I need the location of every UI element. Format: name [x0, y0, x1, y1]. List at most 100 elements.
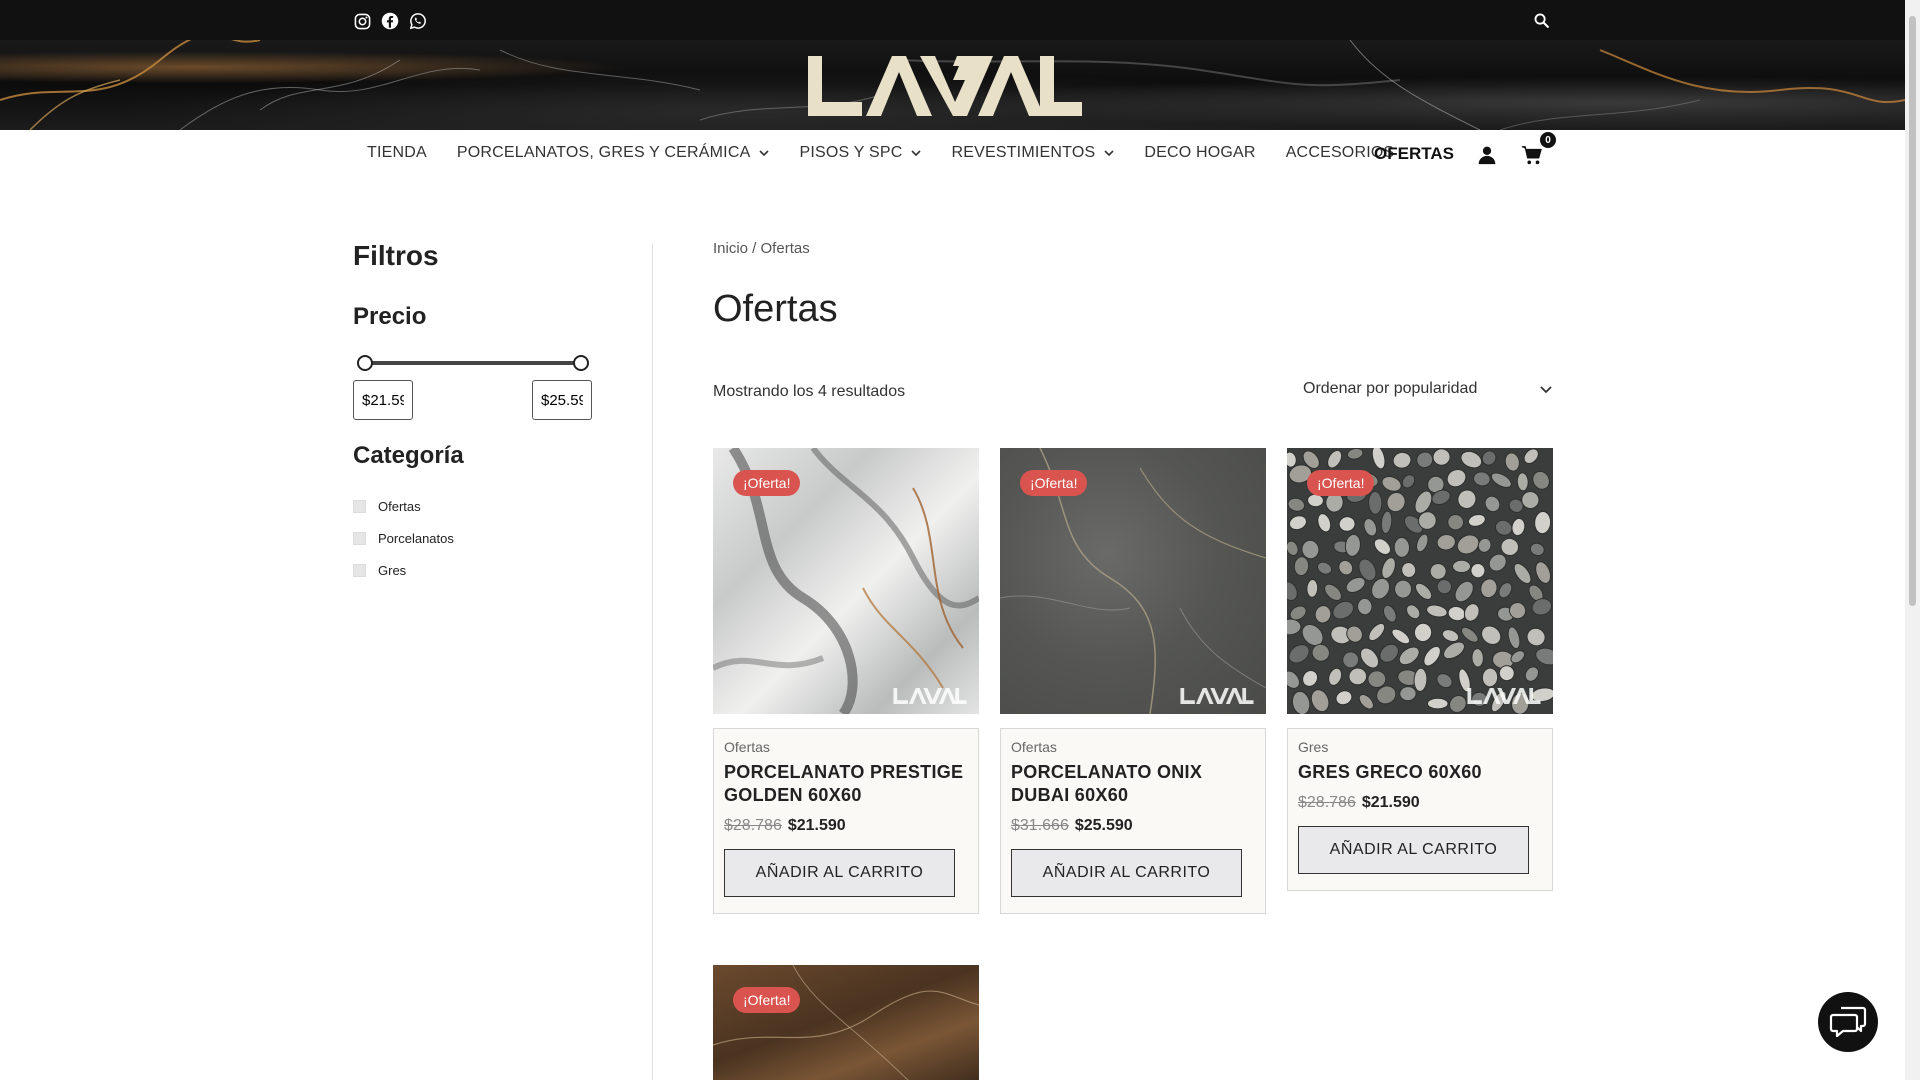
- nav-item-porcelanatos[interactable]: PORCELANATOS, GRES Y CERÁMICA: [457, 144, 770, 162]
- pebble: [1414, 582, 1433, 600]
- checkbox[interactable]: [353, 499, 366, 513]
- category-label: Porcelanatos: [378, 530, 454, 546]
- product-name[interactable]: GRES GRECO 60X60: [1298, 761, 1542, 784]
- slider-min-handle[interactable]: [357, 355, 373, 371]
- pebble: [1401, 562, 1417, 579]
- pebble: [1494, 519, 1513, 536]
- user-icon[interactable]: [1477, 145, 1497, 165]
- pebble: [1535, 561, 1552, 584]
- pebble: [1399, 686, 1417, 702]
- pebble: [1529, 542, 1545, 557]
- pebble: [1338, 516, 1356, 532]
- slider-max-handle[interactable]: [573, 355, 589, 371]
- facebook-icon[interactable]: [381, 12, 399, 30]
- pebble: [1380, 510, 1393, 535]
- pebble: [1327, 449, 1343, 469]
- cart-icon[interactable]: [1521, 144, 1543, 166]
- pebble: [1507, 626, 1521, 650]
- chat-button[interactable]: [1818, 992, 1878, 1052]
- product-image[interactable]: ¡Oferta!: [1287, 448, 1553, 714]
- laval-watermark: [1467, 688, 1541, 704]
- category-heading: Categoría: [353, 442, 464, 469]
- sale-price: $21.590: [787, 817, 846, 834]
- pebble: [1367, 670, 1387, 689]
- add-to-cart-button[interactable]: AÑADIR AL CARRITO: [724, 849, 955, 897]
- nav-item-pisos[interactable]: PISOS Y SPC: [799, 144, 922, 162]
- pebble: [1535, 647, 1553, 666]
- search-icon[interactable]: [1531, 10, 1551, 30]
- pebble: [1454, 580, 1474, 603]
- product-name[interactable]: PORCELANATO PRESTIGE GOLDEN 60X60: [724, 761, 968, 807]
- product-category[interactable]: Ofertas: [724, 739, 968, 755]
- slider-track: [359, 361, 587, 365]
- pebble: [1342, 651, 1360, 669]
- pebble: [1287, 540, 1299, 556]
- top-bar: [0, 0, 1905, 40]
- filters-sidebar: Filtros Precio Categoría Ofertas Porcela…: [353, 240, 653, 578]
- product-category[interactable]: Ofertas: [1011, 739, 1255, 755]
- product-image[interactable]: ¡Oferta!: [1000, 448, 1266, 714]
- category-item-gres[interactable]: Gres: [353, 554, 454, 586]
- checkbox[interactable]: [353, 563, 366, 577]
- pebble: [1406, 604, 1421, 620]
- nav-item-tienda[interactable]: TIENDA: [367, 144, 427, 162]
- whatsapp-icon[interactable]: [409, 12, 427, 30]
- price-max-input[interactable]: [532, 380, 592, 420]
- pebble: [1302, 669, 1319, 687]
- old-price: $31.666: [1011, 817, 1069, 834]
- category-item-porcelanatos[interactable]: Porcelanatos: [353, 522, 454, 554]
- laval-logo[interactable]: [808, 56, 1082, 116]
- product-image[interactable]: ¡Oferta!: [713, 448, 979, 714]
- laval-watermark: [893, 688, 967, 704]
- pebble: [1447, 605, 1466, 622]
- category-label: Gres: [378, 562, 407, 578]
- product-price: $28.786 $21.590: [1298, 794, 1542, 812]
- pebble: [1484, 495, 1501, 513]
- pebble: [1426, 604, 1448, 618]
- sort-select[interactable]: Ordenar por popularidad: [1303, 380, 1553, 398]
- product-category[interactable]: Gres: [1298, 739, 1542, 755]
- add-to-cart-button[interactable]: AÑADIR AL CARRITO: [1298, 826, 1529, 874]
- pebble: [1379, 643, 1399, 663]
- page-title: Ofertas: [713, 288, 838, 330]
- pebble: [1346, 448, 1364, 460]
- nav-item-ofertas[interactable]: OFERTAS: [1374, 144, 1454, 164]
- cart-count-badge: 0: [1540, 132, 1556, 148]
- pebble: [1471, 648, 1484, 668]
- nav-item-revestimientos[interactable]: REVESTIMIENTOS: [951, 144, 1114, 162]
- pebble: [1338, 559, 1354, 576]
- product-info: Gres GRES GRECO 60X60 $28.786 $21.590 AÑA…: [1287, 728, 1553, 891]
- product-name[interactable]: PORCELANATO ONIX DUBAI 60X60: [1011, 761, 1255, 807]
- product-price: $28.786 $21.590: [724, 817, 968, 835]
- product-card: ¡Oferta! Ofertas PORCELANATO ONIX DUBAI …: [1000, 448, 1266, 914]
- chevron-down-icon: [1104, 150, 1114, 157]
- pebble: [1392, 451, 1412, 469]
- pebble: [1532, 470, 1550, 490]
- sort-label: Ordenar por popularidad: [1303, 380, 1478, 397]
- product-info: Ofertas PORCELANATO ONIX DUBAI 60X60 $31…: [1000, 728, 1266, 914]
- checkbox[interactable]: [353, 531, 366, 545]
- product-image[interactable]: ¡Oferta!: [713, 965, 979, 1080]
- pebble: [1368, 622, 1386, 642]
- nav-label: PORCELANATOS, GRES Y CERÁMICA: [456, 144, 751, 161]
- pebble: [1316, 561, 1333, 575]
- category-item-ofertas[interactable]: Ofertas: [353, 490, 454, 522]
- pebble: [1467, 514, 1486, 527]
- pebble: [1393, 537, 1410, 558]
- product-card: ¡Oferta!: [713, 965, 979, 1080]
- nav-item-deco-hogar[interactable]: DECO HOGAR: [1144, 144, 1255, 162]
- price-min-input[interactable]: [353, 380, 413, 420]
- price-range-slider[interactable]: [357, 355, 589, 371]
- breadcrumb[interactable]: Inicio / Ofertas: [713, 240, 1553, 257]
- instagram-icon[interactable]: [353, 12, 371, 30]
- scrollbar-thumb[interactable]: [1909, 16, 1916, 606]
- pebble: [1423, 645, 1441, 667]
- pebble: [1457, 489, 1477, 509]
- pebble: [1368, 490, 1383, 515]
- sale-price: $21.590: [1361, 794, 1420, 811]
- page-scrollbar[interactable]: [1905, 0, 1920, 1080]
- sale-badge: ¡Oferta!: [1020, 470, 1088, 496]
- add-to-cart-button[interactable]: AÑADIR AL CARRITO: [1011, 849, 1242, 897]
- nav-label: DECO HOGAR: [1144, 144, 1256, 161]
- pebble: [1287, 618, 1302, 636]
